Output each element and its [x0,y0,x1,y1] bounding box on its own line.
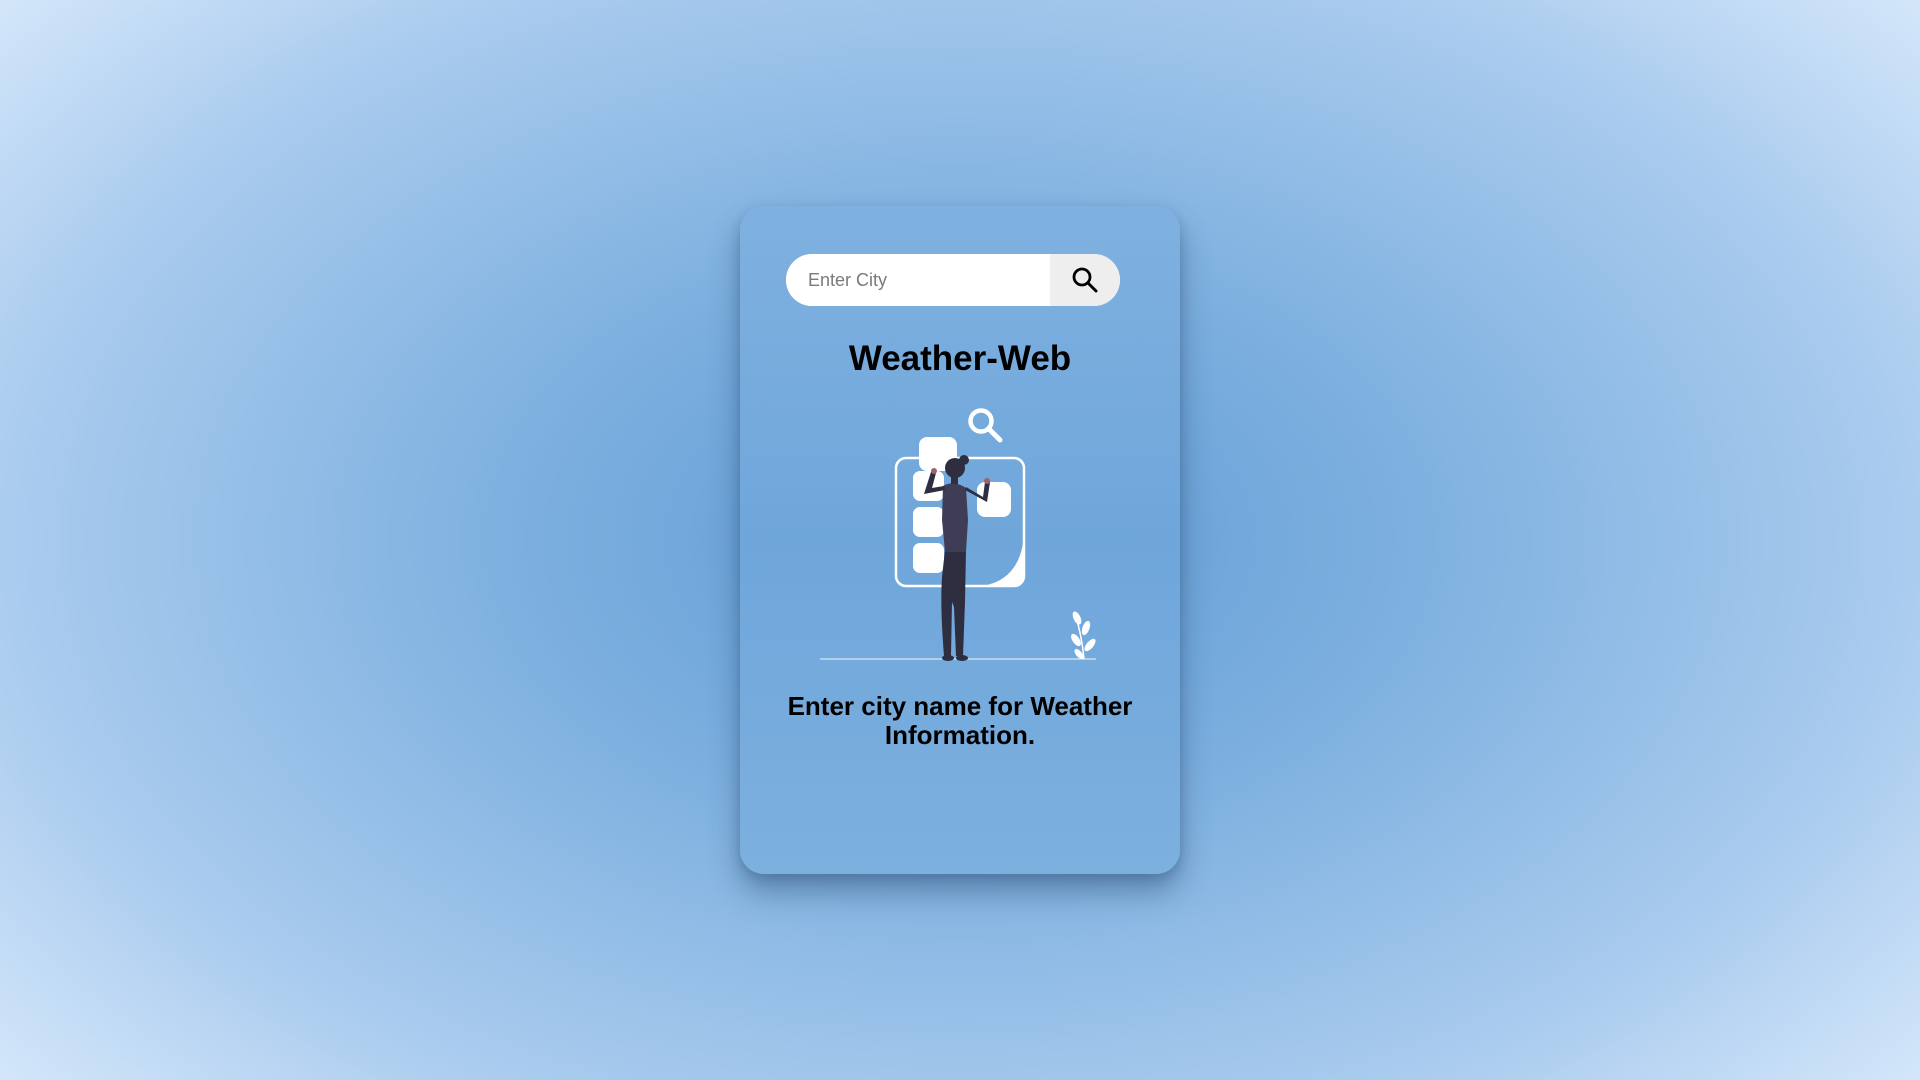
search-bar [786,254,1120,306]
weather-card: Weather-Web [740,206,1180,874]
app-title: Weather-Web [848,339,1072,378]
weather-search-illustration [820,408,1096,661]
plant [1071,611,1096,660]
search-icon [1072,267,1098,293]
search-button[interactable] [1050,254,1120,306]
city-search-input[interactable] [786,254,1050,306]
instruction-message: Enter city name for Weather Information. [787,691,1133,750]
magnifier-icon [968,408,1003,443]
